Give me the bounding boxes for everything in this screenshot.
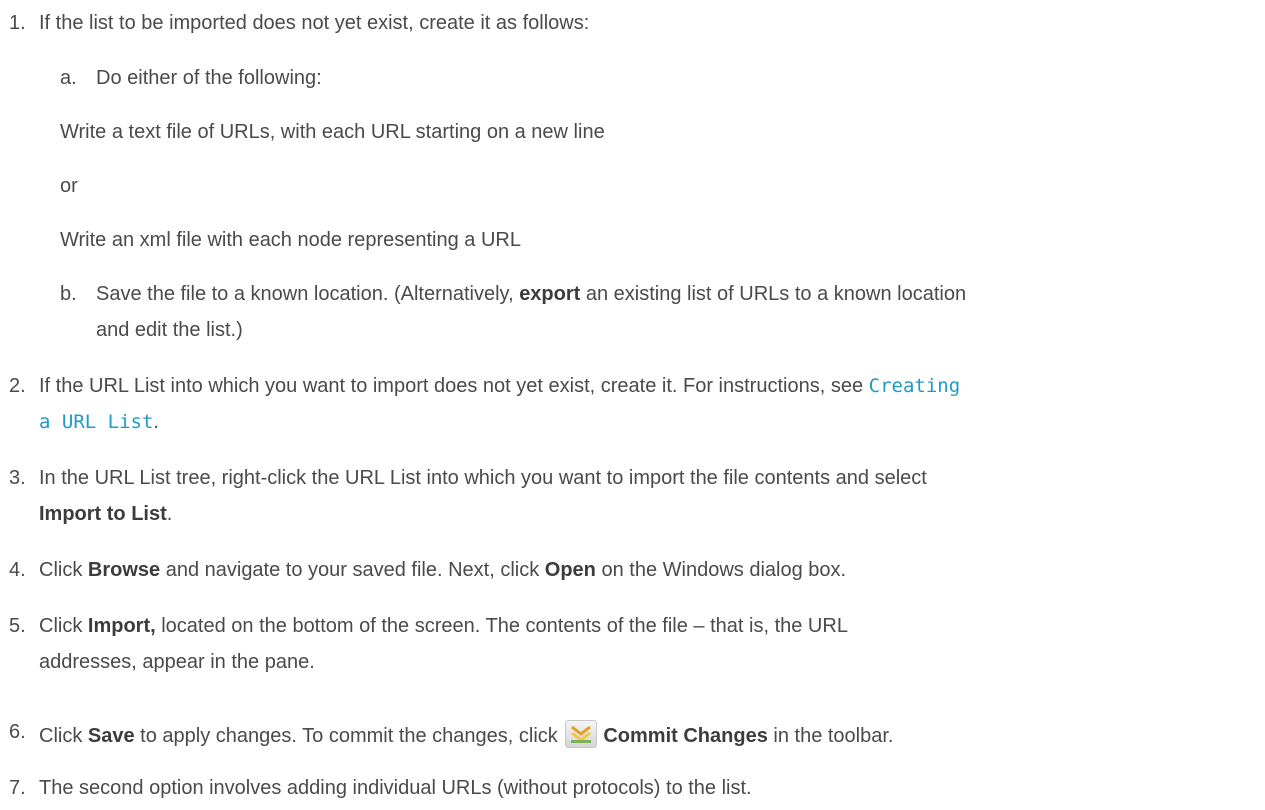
step-text: The second option involves adding indivi… <box>39 777 752 799</box>
substep-text: Save the file to a known location. (Alte… <box>96 283 967 305</box>
step-number: 3. <box>9 467 26 489</box>
step-text: Click Import, located on the bottom of t… <box>39 615 848 637</box>
step-text: Click Browse and navigate to your saved … <box>39 559 847 581</box>
step-text: In the URL List tree, right-click the UR… <box>39 467 927 489</box>
creating-url-list-link[interactable]: Creating <box>869 375 961 397</box>
creating-url-list-link-cont[interactable]: a URL List <box>39 411 153 433</box>
substep-label: a. <box>60 67 77 89</box>
substep-label: b. <box>60 283 77 305</box>
step-number: 1. <box>9 12 26 34</box>
substep-text: Do either of the following: <box>96 67 322 89</box>
commit-changes-icon <box>565 720 598 748</box>
step-text: If the list to be imported does not yet … <box>39 12 590 34</box>
step-number: 4. <box>9 559 26 581</box>
step-text: If the URL List into which you want to i… <box>39 375 961 397</box>
step-number: 5. <box>9 615 26 637</box>
step-number: 2. <box>9 375 26 397</box>
step-number: 6. <box>9 721 26 743</box>
step-text: Click Save to apply changes. To commit t… <box>39 720 893 748</box>
step-number: 7. <box>9 777 26 799</box>
